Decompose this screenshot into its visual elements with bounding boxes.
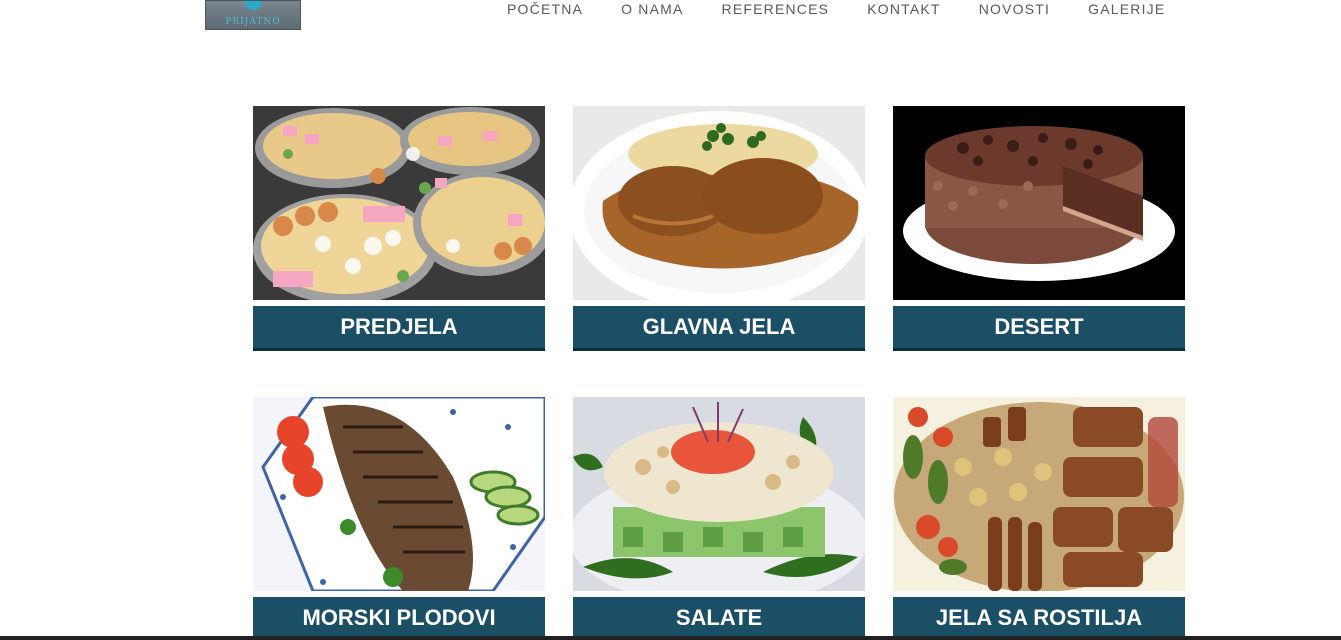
category-label-salate[interactable]: SALATE: [573, 597, 865, 640]
logo-text: PRIJATNO: [225, 17, 281, 27]
category-label-desert[interactable]: DESERT: [893, 306, 1185, 351]
category-label-glavna-jela[interactable]: GLAVNA JELA: [573, 306, 865, 351]
seafood-photo[interactable]: [253, 397, 545, 591]
category-card-glavna-jela[interactable]: GLAVNA JELA: [573, 106, 865, 351]
logo-mark-icon: [244, 1, 262, 10]
category-label-morski-plodovi[interactable]: MORSKI PLODOVI: [253, 597, 545, 640]
dessert-photo[interactable]: [893, 106, 1185, 300]
category-card-predjela[interactable]: PREDJELA: [253, 106, 545, 351]
bottom-bar: [0, 636, 1341, 640]
appetizer-photo[interactable]: [253, 106, 545, 300]
category-card-desert[interactable]: DESERT: [893, 106, 1185, 351]
main-course-photo[interactable]: [573, 106, 865, 300]
nav-item-pocetna[interactable]: POČETNA: [490, 0, 602, 20]
nav-item-o-nama[interactable]: O NAMA: [602, 0, 702, 20]
nav-item-novosti[interactable]: NOVOSTI: [960, 0, 1069, 20]
nav-item-galerije[interactable]: GALERIJE: [1069, 0, 1184, 20]
nav-item-kontakt[interactable]: KONTAKT: [848, 0, 959, 20]
salad-photo[interactable]: [573, 397, 865, 591]
category-label-predjela[interactable]: PREDJELA: [253, 306, 545, 351]
nav-item-references[interactable]: REFERENCES: [703, 0, 849, 20]
category-card-jela-sa-rostilja[interactable]: JELA SA ROSTILJA: [893, 397, 1185, 640]
main-nav: POČETNA O NAMA REFERENCES KONTAKT NOVOST…: [490, 0, 1184, 20]
category-card-salate[interactable]: SALATE: [573, 397, 865, 640]
category-label-jela-sa-rostilja[interactable]: JELA SA ROSTILJA: [893, 597, 1185, 640]
grill-photo[interactable]: [893, 397, 1185, 591]
page: PRIJATNO POČETNA O NAMA REFERENCES KONTA…: [0, 0, 1341, 640]
category-card-morski-plodovi[interactable]: MORSKI PLODOVI: [253, 397, 545, 640]
site-logo[interactable]: PRIJATNO: [205, 0, 301, 30]
